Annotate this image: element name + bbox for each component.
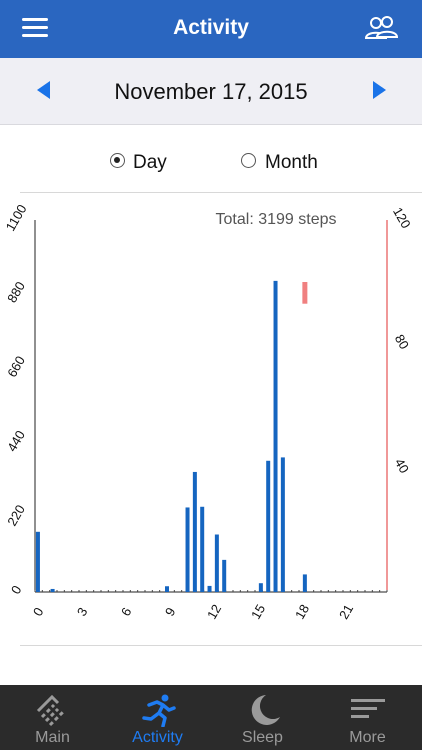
step-bar (266, 460, 271, 592)
x-tick-label: 15 (248, 602, 268, 622)
step-bar (35, 531, 40, 592)
current-date: November 17, 2015 (114, 79, 308, 104)
step-bar (214, 534, 219, 592)
header-bar: Activity (0, 0, 422, 58)
running-icon (142, 694, 176, 727)
heart-rate-mark (302, 282, 308, 304)
date-navigator: November 17, 2015 (0, 58, 422, 125)
y-left-tick-label: 1100 (3, 202, 30, 234)
tab-activity[interactable]: Activity (105, 685, 210, 750)
view-mode-selector: Day Month (0, 124, 422, 192)
step-bar (192, 471, 197, 592)
step-bar (273, 280, 278, 592)
day-radio[interactable] (110, 153, 125, 168)
x-tick-label: 12 (204, 602, 224, 622)
divider (20, 645, 422, 646)
day-label: Day (133, 152, 167, 173)
step-bar (258, 583, 263, 592)
x-tick-label: 9 (162, 605, 179, 619)
y-right-tick-label: 40 (392, 456, 412, 476)
moon-icon (251, 695, 280, 725)
step-bar (280, 457, 285, 592)
x-tick-label: 0 (30, 605, 47, 619)
y-left-tick-label: 660 (4, 353, 28, 379)
more-lines-icon (351, 699, 385, 718)
step-bar (165, 586, 169, 592)
y-left-tick-label: 880 (4, 279, 28, 305)
tab-main[interactable]: Main (0, 685, 105, 750)
tab-bar: Main Activity Sleep More (0, 685, 422, 750)
main-icon (36, 694, 66, 727)
x-tick-label: 3 (74, 605, 91, 619)
step-bar (200, 506, 205, 592)
y-right-tick-label: 120 (390, 205, 414, 231)
y-left-tick-label: 220 (4, 502, 28, 528)
step-bar (302, 574, 307, 592)
tab-activity-label: Activity (132, 729, 183, 746)
tab-sleep[interactable]: Sleep (210, 685, 315, 750)
day-option[interactable]: Day (110, 152, 167, 174)
next-day-arrow-icon[interactable] (373, 81, 386, 99)
month-radio[interactable] (241, 153, 256, 168)
tab-more-label: More (349, 729, 386, 746)
tab-main-label: Main (35, 729, 70, 746)
y-right-tick-label: 80 (392, 332, 412, 352)
step-bar (185, 507, 190, 592)
activity-chart: Total: 3199 steps 0 220 440 660 880 1100 40 80 1… (3, 202, 414, 622)
step-bar (50, 588, 55, 592)
divider (20, 192, 422, 193)
x-tick-label: 6 (118, 605, 135, 619)
x-tick-label: 21 (336, 602, 356, 622)
y-left-tick-label: 440 (4, 428, 28, 454)
chart-total-label: Total: 3199 steps (216, 211, 337, 228)
people-icon[interactable] (364, 14, 400, 44)
page-title: Activity (173, 16, 249, 39)
step-bar (222, 559, 227, 592)
x-tick-label: 18 (292, 602, 312, 622)
y-left-tick-label: 0 (8, 583, 25, 597)
tab-more[interactable]: More (315, 685, 420, 750)
step-bar (207, 585, 212, 592)
tab-sleep-label: Sleep (242, 729, 283, 746)
month-option[interactable]: Month (241, 152, 318, 174)
month-label: Month (265, 152, 318, 173)
